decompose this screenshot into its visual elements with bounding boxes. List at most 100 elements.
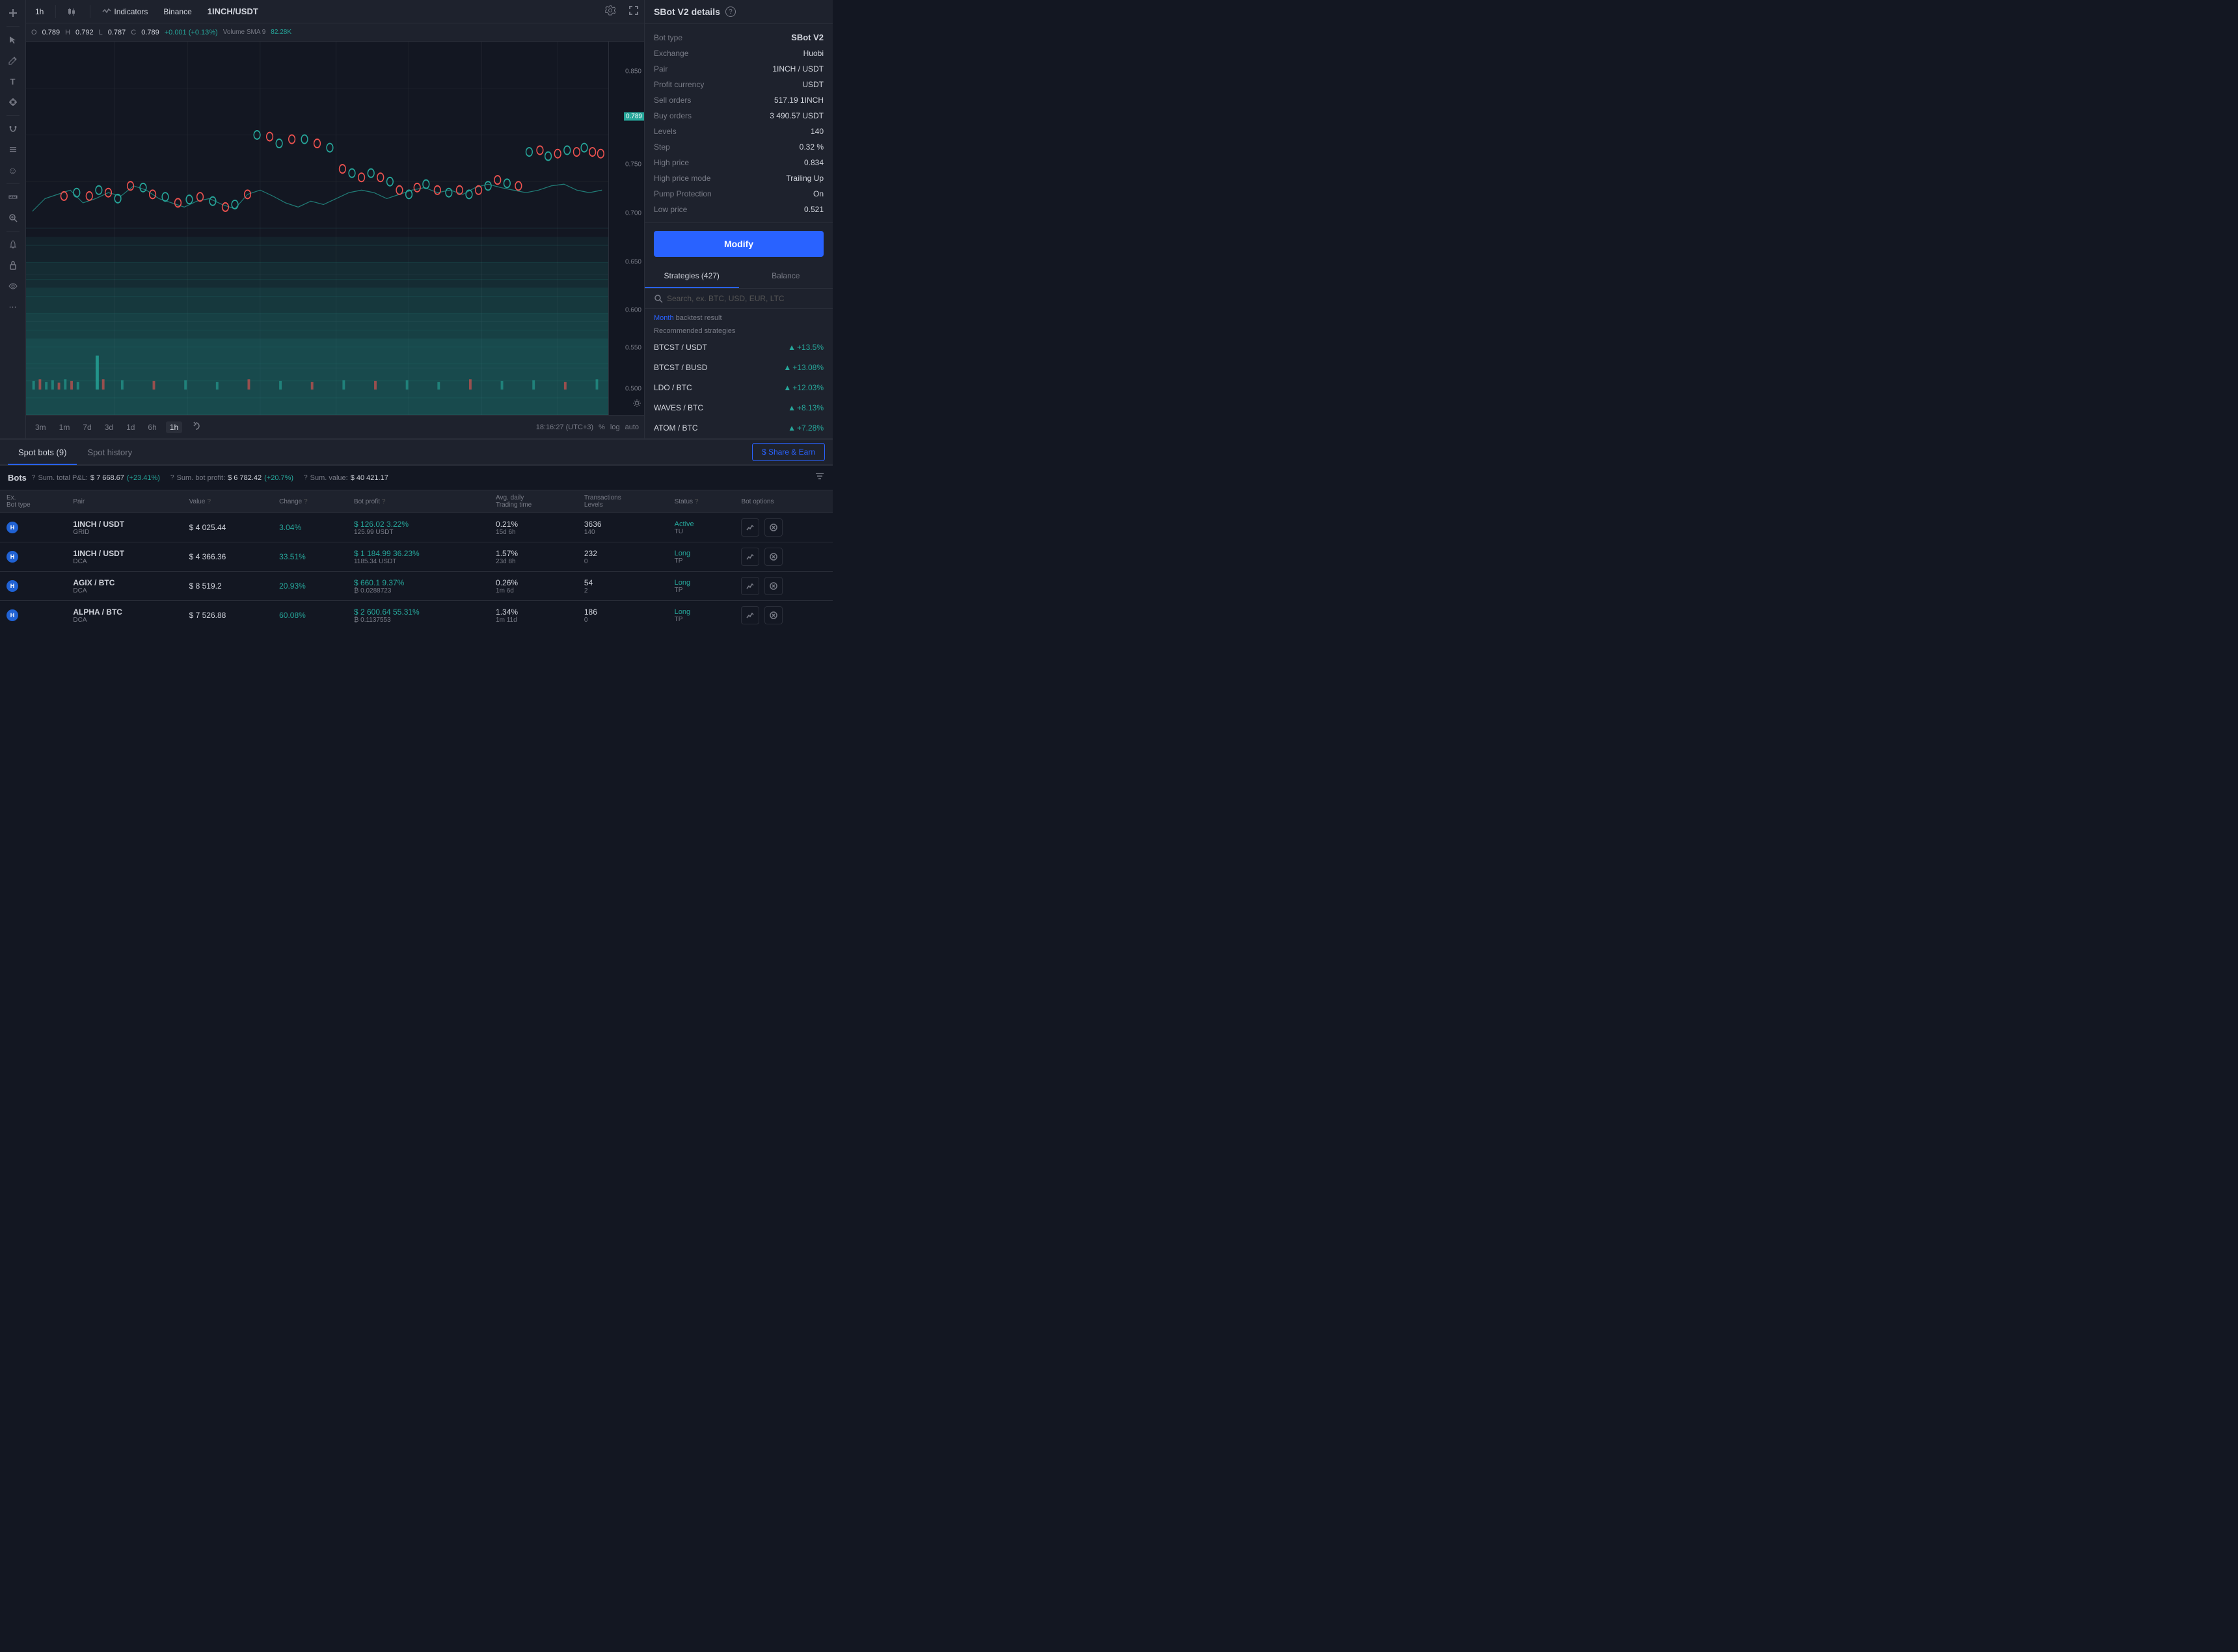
y-label-current: 0.789 bbox=[624, 112, 644, 120]
left-toolbar: T ☺ bbox=[0, 0, 26, 438]
open-label: O bbox=[31, 29, 37, 36]
tf-replay[interactable] bbox=[187, 420, 204, 434]
table-row: H 1INCH / USDT DCA $ 4 366.36 33.51% bbox=[0, 542, 833, 572]
stop-btn-1[interactable] bbox=[764, 548, 783, 566]
scale-pct[interactable]: % bbox=[599, 423, 605, 431]
strategy-item-1[interactable]: BTCST / BUSD ▲+13.08% bbox=[645, 358, 833, 378]
cell-status-0: Active TU bbox=[668, 513, 735, 542]
col-change: Change ? bbox=[273, 490, 347, 513]
add-tool-button[interactable] bbox=[4, 4, 22, 22]
strategy-item-2[interactable]: LDO / BTC ▲+12.03% bbox=[645, 378, 833, 398]
eye-tool-button[interactable] bbox=[4, 277, 22, 295]
measure-tool-button[interactable] bbox=[4, 188, 22, 206]
y-label-600: 0.600 bbox=[625, 307, 641, 314]
more-tool-button[interactable]: ⋯ bbox=[4, 298, 22, 316]
alert-tool-button[interactable] bbox=[4, 235, 22, 254]
cursor-tool-button[interactable] bbox=[4, 31, 22, 49]
cell-ex-1: H bbox=[0, 542, 66, 572]
stop-btn-0[interactable] bbox=[764, 518, 783, 537]
cell-value-3: $ 7 526.88 bbox=[183, 601, 273, 625]
filter-button[interactable] bbox=[815, 471, 825, 485]
chart-type-selector[interactable] bbox=[64, 5, 82, 19]
exchange-label[interactable]: Binance bbox=[159, 5, 195, 19]
stop-btn-2[interactable] bbox=[764, 577, 783, 595]
strategy-item-4[interactable]: ATOM / BTC ▲+7.28% bbox=[645, 418, 833, 438]
topbar-divider-1 bbox=[55, 5, 56, 18]
backtest-label: Month backtest result bbox=[645, 309, 833, 325]
cell-options-2 bbox=[735, 572, 833, 601]
layers-tool-button[interactable] bbox=[4, 140, 22, 159]
detail-pump-protection: Pump Protection On bbox=[645, 186, 833, 202]
chart-btn-3[interactable] bbox=[741, 606, 759, 624]
y-label-650: 0.650 bbox=[625, 258, 641, 265]
bot-details-header: SBot V2 details ? bbox=[645, 0, 833, 24]
tab-balance[interactable]: Balance bbox=[739, 265, 833, 288]
text-tool-button[interactable]: T bbox=[4, 72, 22, 90]
indicators-label: Indicators bbox=[114, 7, 148, 16]
col-value: Value ? bbox=[183, 490, 273, 513]
cell-avg-2: 0.26% 1m 6d bbox=[489, 572, 578, 601]
stat-profit: ? Sum. bot profit: $ 6 782.42 (+20.7%) bbox=[170, 474, 293, 482]
table-row: H AGIX / BTC DCA $ 8 519.2 20.93% bbox=[0, 572, 833, 601]
cell-avg-3: 1.34% 1m 11d bbox=[489, 601, 578, 625]
tf-3d[interactable]: 3d bbox=[101, 421, 117, 433]
fullscreen-button[interactable] bbox=[628, 5, 639, 18]
zoom-tool-button[interactable] bbox=[4, 209, 22, 227]
cell-pair-3: ALPHA / BTC DCA bbox=[66, 601, 182, 625]
stop-btn-3[interactable] bbox=[764, 606, 783, 624]
scale-log[interactable]: log bbox=[610, 423, 620, 431]
cell-ex-3: H bbox=[0, 601, 66, 625]
chart-btn-1[interactable] bbox=[741, 548, 759, 566]
value-help[interactable]: ? bbox=[304, 474, 308, 481]
help-button[interactable]: ? bbox=[725, 7, 736, 17]
cell-status-3: Long TP bbox=[668, 601, 735, 625]
close-label: C bbox=[131, 29, 136, 36]
pair-label[interactable]: 1INCH/USDT bbox=[204, 4, 262, 19]
pencil-tool-button[interactable] bbox=[4, 51, 22, 70]
tf-7d[interactable]: 7d bbox=[79, 421, 95, 433]
strategy-item-3[interactable]: WAVES / BTC ▲+8.13% bbox=[645, 398, 833, 418]
profit-help[interactable]: ? bbox=[170, 474, 174, 481]
tf-3m[interactable]: 3m bbox=[31, 421, 50, 433]
col-pair: Pair bbox=[66, 490, 182, 513]
magnet-tool-button[interactable] bbox=[4, 120, 22, 138]
tab-spot-bots[interactable]: Spot bots (9) bbox=[8, 441, 77, 465]
tf-6h[interactable]: 6h bbox=[144, 421, 160, 433]
cell-options-3 bbox=[735, 601, 833, 625]
tab-strategies[interactable]: Strategies (427) bbox=[645, 265, 739, 288]
chart-canvas[interactable]: TV 29 30 31 Aug 2 3 4 bbox=[26, 42, 608, 415]
cell-options-0 bbox=[735, 513, 833, 542]
cell-trans-2: 54 2 bbox=[578, 572, 668, 601]
share-earn-button[interactable]: $ Share & Earn bbox=[752, 443, 825, 461]
tab-spot-history[interactable]: Spot history bbox=[77, 441, 142, 465]
high-label: H bbox=[65, 29, 70, 36]
col-ex: Ex. Bot type bbox=[0, 490, 66, 513]
chart-topbar: 1h Indicators Binance 1INCH/USDT bbox=[26, 0, 644, 23]
toolbar-divider-4 bbox=[7, 231, 20, 232]
tf-1h[interactable]: 1h bbox=[166, 421, 182, 433]
draw-tool-button[interactable] bbox=[4, 93, 22, 111]
y-label-850: 0.850 bbox=[625, 68, 641, 75]
strategy-item-0[interactable]: BTCST / USDT ▲+13.5% bbox=[645, 338, 833, 358]
chart-btn-0[interactable] bbox=[741, 518, 759, 537]
detail-low-price: Low price 0.521 bbox=[645, 202, 833, 217]
timeframe-selector[interactable]: 1h bbox=[31, 5, 47, 19]
y-axis-settings[interactable] bbox=[632, 399, 641, 410]
table-row: H 1INCH / USDT GRID $ 4 025.44 3.04% bbox=[0, 513, 833, 542]
pnl-help[interactable]: ? bbox=[32, 474, 36, 481]
y-label-550: 0.550 bbox=[625, 344, 641, 351]
modify-button[interactable]: Modify bbox=[654, 231, 824, 257]
indicators-button[interactable]: Indicators bbox=[98, 5, 152, 19]
cell-change-3: 60.08% bbox=[273, 601, 347, 625]
cell-status-2: Long TP bbox=[668, 572, 735, 601]
backtest-rest: backtest result bbox=[676, 314, 722, 322]
scale-auto[interactable]: auto bbox=[625, 423, 639, 431]
search-input[interactable] bbox=[667, 294, 824, 303]
lock-tool-button[interactable] bbox=[4, 256, 22, 274]
detail-high-price: High price 0.834 bbox=[645, 155, 833, 170]
emoji-tool-button[interactable]: ☺ bbox=[4, 161, 22, 180]
tf-1m[interactable]: 1m bbox=[55, 421, 74, 433]
chart-btn-2[interactable] bbox=[741, 577, 759, 595]
settings-button[interactable] bbox=[605, 5, 615, 18]
tf-1d[interactable]: 1d bbox=[122, 421, 139, 433]
